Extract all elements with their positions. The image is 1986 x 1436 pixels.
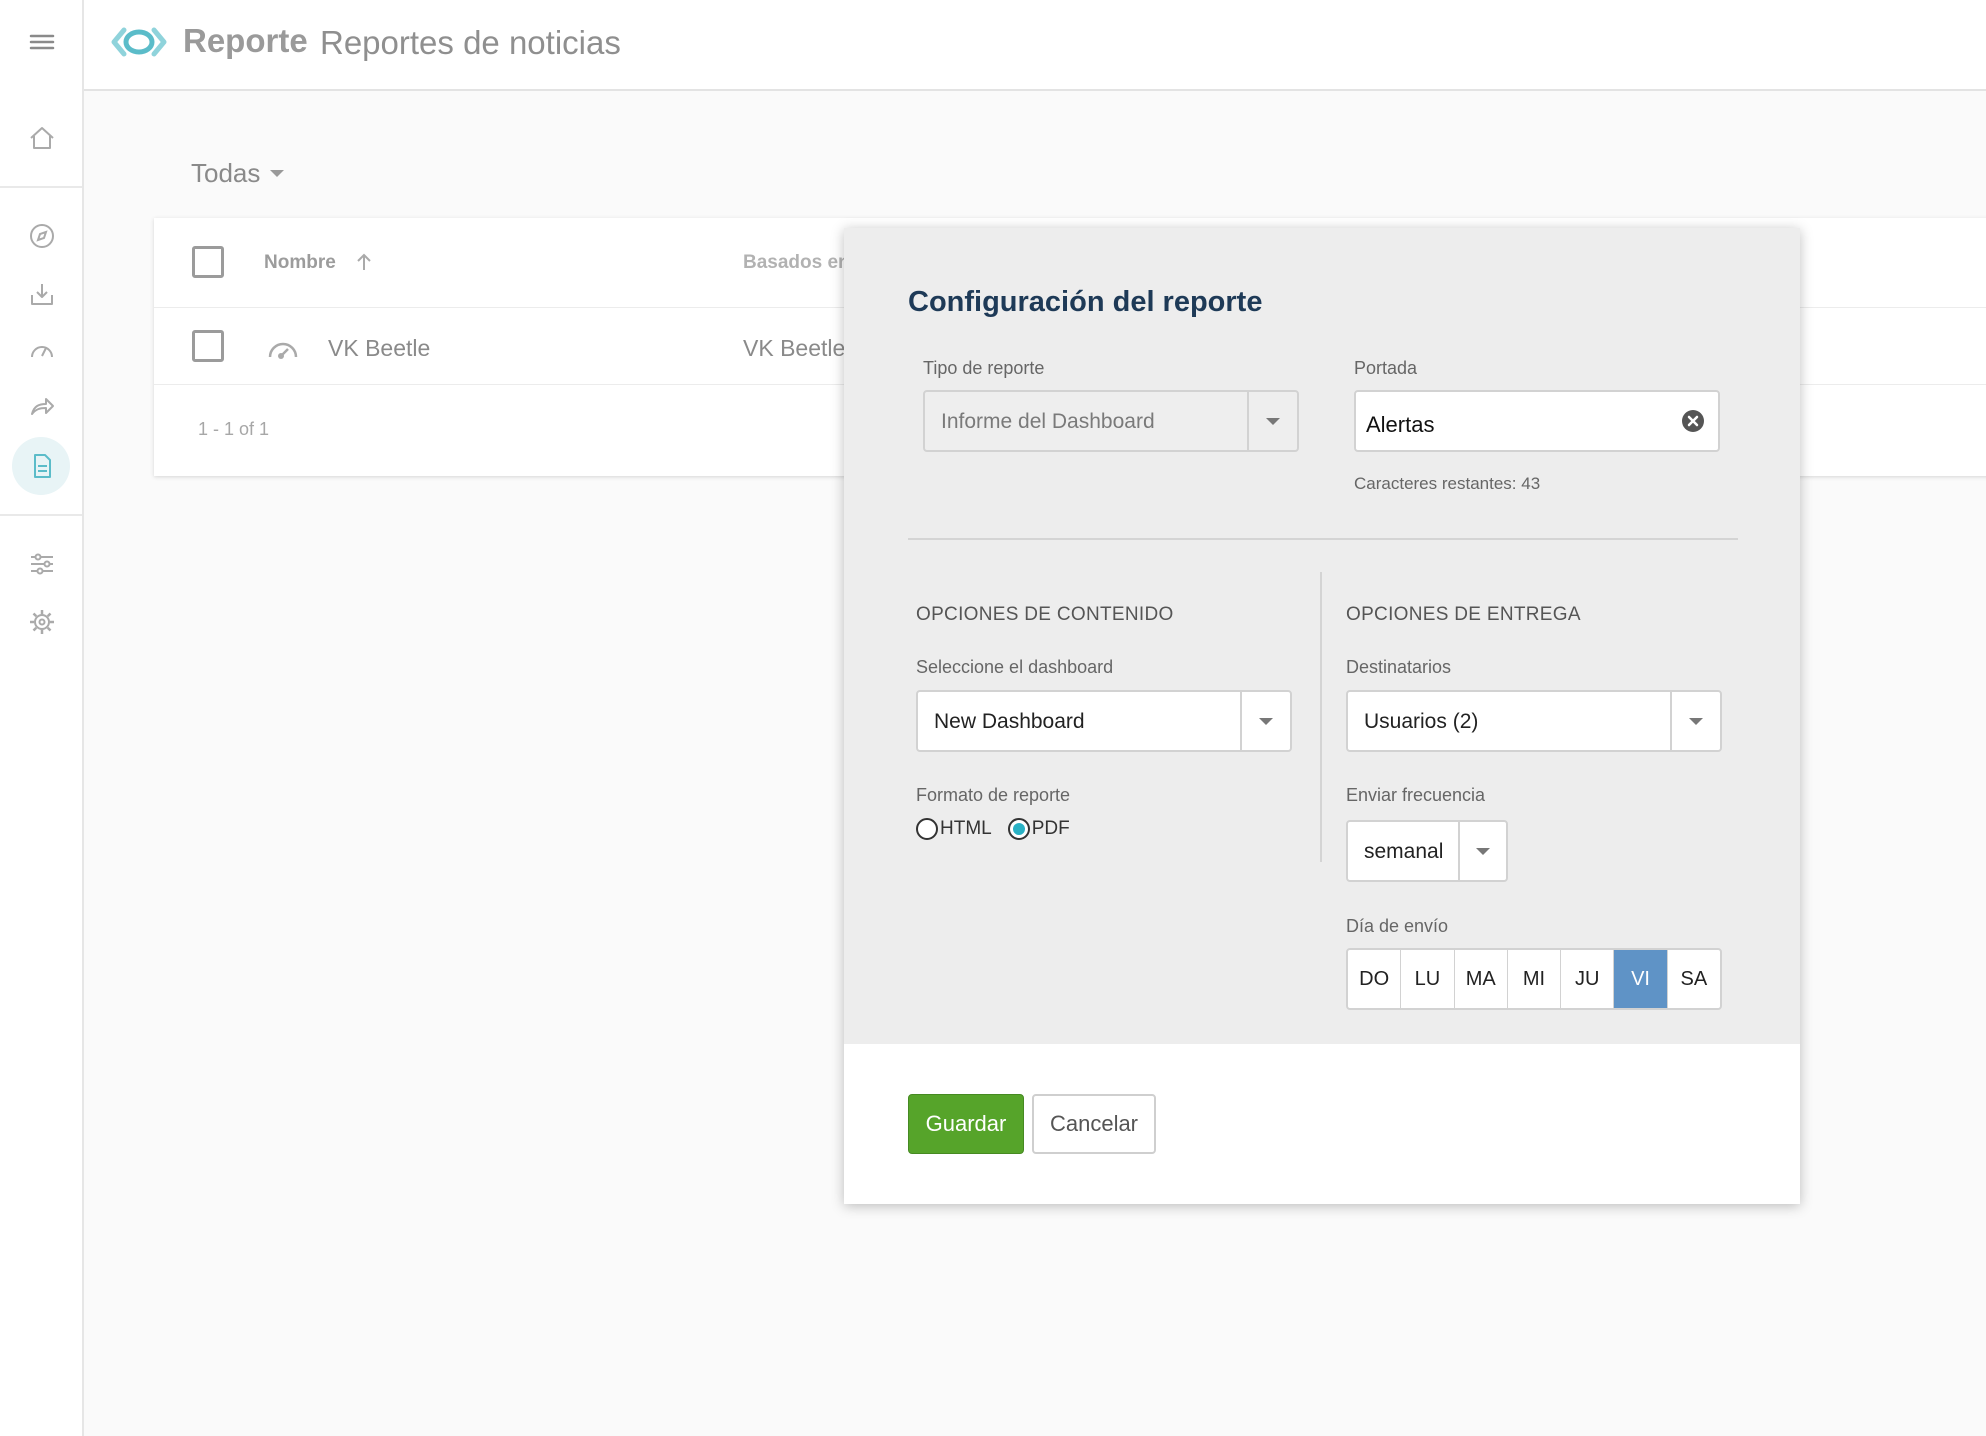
frequency-select[interactable]: semanal (1346, 820, 1508, 882)
sort-ascending-icon[interactable] (352, 250, 376, 274)
characters-remaining: Caracteres restantes: 43 (1354, 474, 1541, 493)
recipients-label: Destinatarios (1346, 657, 1452, 677)
day-mi[interactable]: MI (1508, 950, 1562, 1008)
share-arrow-icon[interactable] (22, 387, 62, 427)
compass-icon[interactable] (22, 216, 62, 256)
day-ma[interactable]: MA (1455, 950, 1508, 1008)
delivery-options-heading: OPCIONES DE ENTREGA (1346, 604, 1581, 625)
format-radio-group: HTML PDF (916, 818, 1086, 840)
chevron-down-icon[interactable] (1458, 822, 1506, 880)
clear-icon[interactable] (1680, 408, 1706, 434)
inbox-download-icon[interactable] (22, 274, 62, 314)
format-option-pdf[interactable]: PDF (1007, 818, 1070, 840)
cancel-button[interactable]: Cancelar (1032, 1094, 1156, 1154)
gear-icon[interactable] (22, 602, 62, 642)
brand-name: Reporte (183, 22, 308, 59)
format-option-html[interactable]: HTML (916, 818, 992, 840)
top-header: Reporte Reportes de noticias (84, 0, 1986, 91)
modal-title: Configuración del reporte (908, 286, 1263, 318)
menu-icon[interactable] (22, 22, 62, 62)
content-options-heading: OPCIONES DE CONTENIDO (916, 604, 1174, 625)
gauge-icon (268, 342, 298, 359)
column-divider (1320, 572, 1322, 862)
cover-input[interactable]: Alertas (1354, 390, 1720, 452)
radio-pdf[interactable] (1007, 818, 1030, 840)
report-type-label: Tipo de reporte (923, 358, 1045, 378)
day-vi[interactable]: VI (1614, 950, 1668, 1008)
report-type-value: Informe del Dashboard (941, 410, 1155, 433)
sidebar (0, 0, 84, 1436)
filter-dropdown[interactable]: Todas (191, 158, 285, 189)
day-sa[interactable]: SA (1668, 950, 1720, 1008)
column-header-name[interactable]: Nombre (264, 252, 336, 274)
report-type-select[interactable]: Informe del Dashboard (923, 390, 1299, 452)
report-document-icon[interactable] (22, 446, 62, 486)
divider (908, 538, 1738, 540)
dashboard-label: Seleccione el dashboard (916, 657, 1114, 677)
sidebar-divider (0, 514, 82, 516)
select-all-checkbox[interactable] (192, 246, 224, 278)
day-selector: DO LU MA MI JU VI SA (1346, 948, 1722, 1010)
recipients-value: Usuarios (2) (1364, 710, 1479, 733)
row-based-on: VK Beetle (743, 335, 846, 361)
pagination-info: 1 - 1 of 1 (198, 419, 270, 439)
row-name[interactable]: VK Beetle (328, 335, 430, 362)
gauge-icon[interactable] (22, 331, 62, 371)
page-title: Reportes de noticias (320, 24, 621, 61)
sidebar-divider (0, 186, 82, 188)
cover-label: Portada (1354, 358, 1418, 378)
format-label: Formato de reporte (916, 785, 1071, 805)
chevron-down-icon (270, 170, 285, 177)
chevron-down-icon[interactable] (1240, 692, 1290, 750)
save-button[interactable]: Guardar (908, 1094, 1024, 1154)
column-header-based-on[interactable]: Basados en (743, 252, 850, 274)
report-config-modal: Configuración del reporte Tipo de report… (844, 228, 1800, 1204)
dashboard-value: New Dashboard (934, 710, 1085, 733)
eye-logo-icon (111, 27, 167, 57)
frequency-value: semanal (1364, 840, 1444, 863)
row-checkbox[interactable] (192, 330, 224, 362)
home-icon[interactable] (22, 118, 62, 158)
radio-html[interactable] (916, 818, 938, 840)
chevron-down-icon[interactable] (1670, 692, 1720, 750)
filter-label: Todas (191, 158, 261, 188)
format-option-label: HTML (940, 818, 992, 839)
day-do[interactable]: DO (1348, 950, 1402, 1008)
day-lu[interactable]: LU (1401, 950, 1455, 1008)
sliders-icon[interactable] (22, 544, 62, 584)
recipients-select[interactable]: Usuarios (2) (1346, 690, 1722, 752)
dashboard-select[interactable]: New Dashboard (916, 690, 1292, 752)
send-day-label: Día de envío (1346, 916, 1449, 936)
cover-value: Alertas (1366, 412, 1435, 437)
chevron-down-icon[interactable] (1247, 392, 1297, 450)
frequency-label: Enviar frecuencia (1346, 785, 1486, 805)
day-ju[interactable]: JU (1561, 950, 1615, 1008)
format-option-label: PDF (1031, 818, 1070, 839)
